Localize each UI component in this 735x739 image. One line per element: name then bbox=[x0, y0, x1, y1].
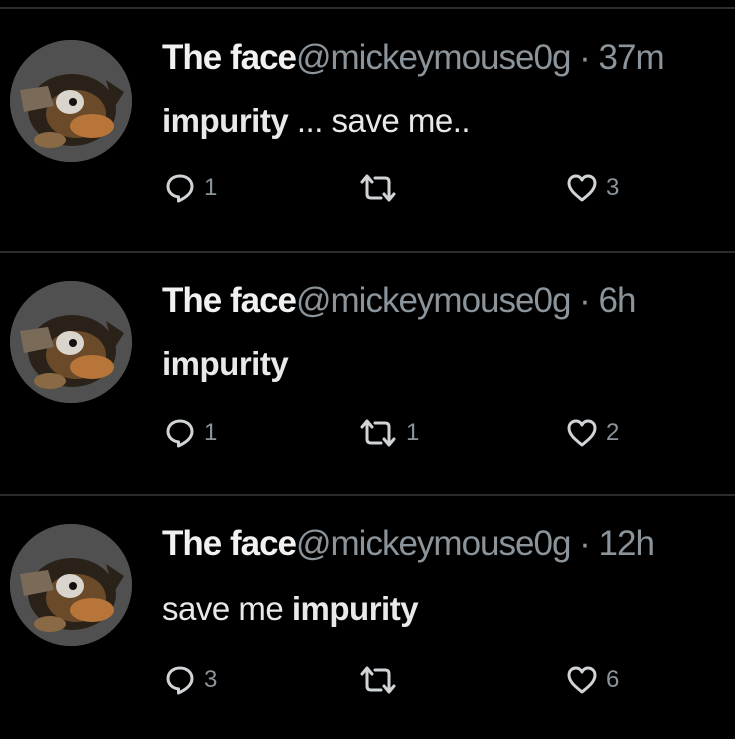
tweet-header: The face@mickeymouse0g · 12h bbox=[162, 524, 655, 563]
tweet-text-part: impurity bbox=[162, 345, 289, 382]
heart-icon bbox=[566, 172, 598, 204]
tweet[interactable]: The face@mickeymouse0g · 6h impurity 1 1 bbox=[0, 253, 735, 493]
tweet-header: The face@mickeymouse0g · 6h bbox=[162, 281, 637, 320]
reply-count: 1 bbox=[204, 174, 218, 201]
retweet-icon bbox=[358, 417, 398, 449]
heart-icon bbox=[566, 664, 598, 696]
tweet-actions: 1 1 2 bbox=[162, 417, 702, 457]
author-handle[interactable]: @mickeymouse0g bbox=[296, 38, 571, 77]
retweet-button[interactable]: 1 bbox=[358, 417, 419, 449]
tweet-text-part: ... save me.. bbox=[288, 102, 471, 139]
tweet-text-part: impurity bbox=[291, 590, 419, 627]
reply-button[interactable]: 1 bbox=[164, 172, 217, 204]
avatar[interactable] bbox=[10, 281, 132, 403]
tweet-text-part: impurity bbox=[162, 102, 289, 139]
reply-icon bbox=[164, 172, 196, 204]
tweet-feed: The face@mickeymouse0g · 37m impurity ..… bbox=[0, 0, 735, 739]
reply-count: 3 bbox=[204, 666, 218, 693]
tweet-timestamp[interactable]: 37m bbox=[599, 38, 665, 77]
author-handle[interactable]: @mickeymouse0g bbox=[296, 524, 571, 563]
like-count: 3 bbox=[606, 174, 620, 201]
like-button[interactable]: 6 bbox=[566, 664, 619, 696]
reply-count: 1 bbox=[204, 419, 218, 446]
author-name[interactable]: The face bbox=[162, 281, 297, 320]
tweet[interactable]: The face@mickeymouse0g · 37m impurity ..… bbox=[0, 8, 735, 248]
author-name[interactable]: The face bbox=[162, 38, 297, 77]
retweet-button[interactable] bbox=[358, 664, 406, 696]
author-name[interactable]: The face bbox=[162, 524, 297, 563]
header-separator: · bbox=[579, 524, 591, 563]
avatar-image bbox=[10, 40, 132, 162]
avatar-image bbox=[10, 524, 132, 646]
retweet-icon bbox=[358, 664, 398, 696]
avatar-image bbox=[10, 281, 132, 403]
author-handle[interactable]: @mickeymouse0g bbox=[296, 281, 571, 320]
tweet[interactable]: The face@mickeymouse0g · 12h save me imp… bbox=[0, 496, 735, 736]
tweet-text-part: save me bbox=[162, 590, 292, 627]
tweet-actions: 3 6 bbox=[162, 664, 702, 704]
avatar[interactable] bbox=[10, 524, 132, 646]
retweet-count: 1 bbox=[406, 419, 420, 446]
header-separator: · bbox=[579, 38, 591, 77]
header-separator: · bbox=[579, 281, 591, 320]
like-button[interactable]: 2 bbox=[566, 417, 619, 449]
reply-icon bbox=[164, 417, 196, 449]
like-button[interactable]: 3 bbox=[566, 172, 619, 204]
like-count: 6 bbox=[606, 666, 620, 693]
tweet-actions: 1 3 bbox=[162, 172, 702, 212]
tweet-timestamp[interactable]: 12h bbox=[599, 524, 655, 563]
heart-icon bbox=[566, 417, 598, 449]
tweet-header: The face@mickeymouse0g · 37m bbox=[162, 38, 665, 77]
tweet-text: save me impurity bbox=[162, 590, 419, 627]
reply-icon bbox=[164, 664, 196, 696]
like-count: 2 bbox=[606, 419, 620, 446]
tweet-text: impurity ... save me.. bbox=[162, 102, 471, 139]
reply-button[interactable]: 3 bbox=[164, 664, 217, 696]
retweet-button[interactable] bbox=[358, 172, 406, 204]
reply-button[interactable]: 1 bbox=[164, 417, 217, 449]
tweet-text: impurity bbox=[162, 345, 289, 382]
tweet-timestamp[interactable]: 6h bbox=[599, 281, 637, 320]
retweet-icon bbox=[358, 172, 398, 204]
avatar[interactable] bbox=[10, 40, 132, 162]
